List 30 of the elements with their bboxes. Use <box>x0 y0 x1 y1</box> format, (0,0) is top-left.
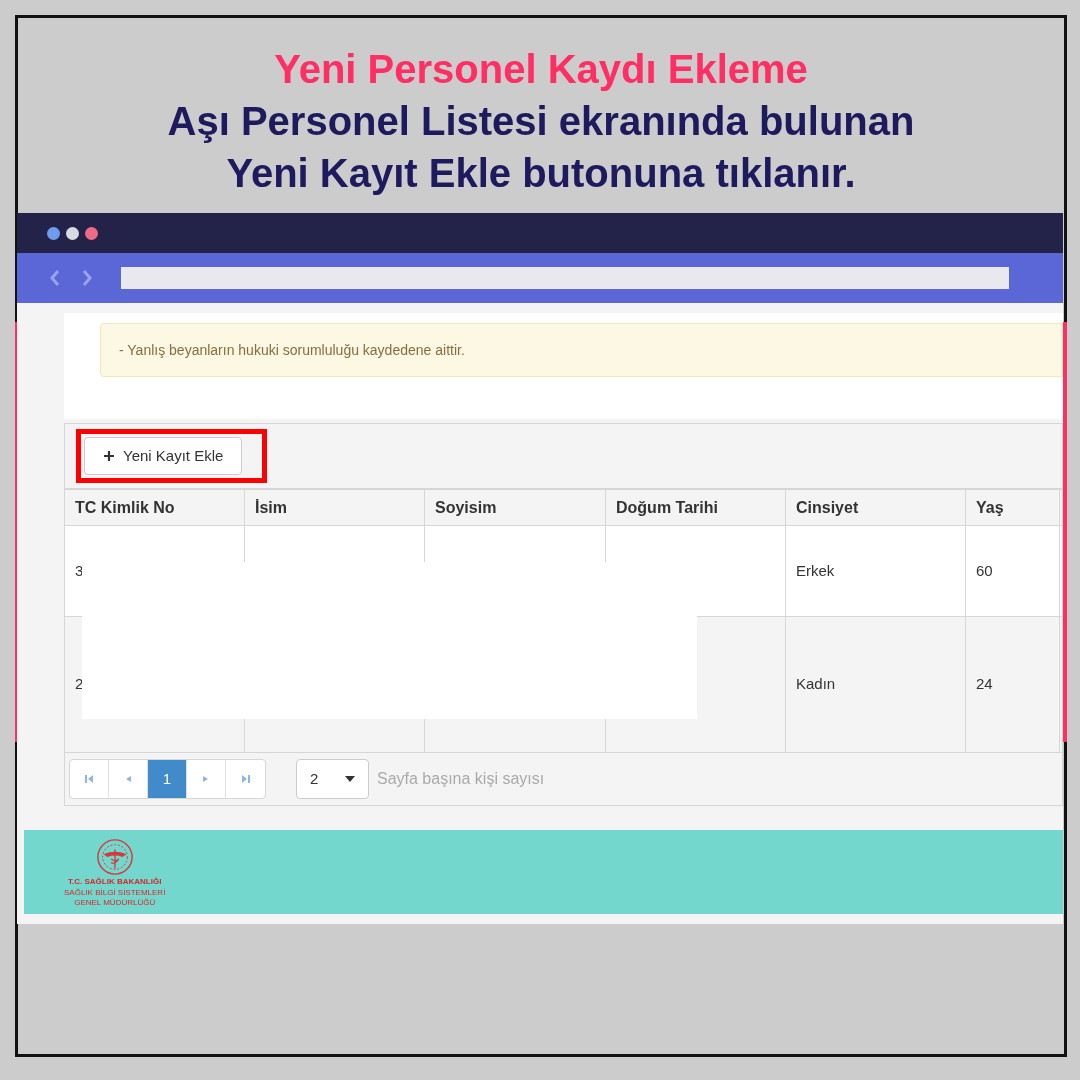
last-page-icon <box>240 774 251 784</box>
table-cell-text: 60 <box>976 560 993 581</box>
forward-icon[interactable] <box>81 269 93 287</box>
page-size-dropdown[interactable]: 2 <box>296 759 369 799</box>
page-size-label: Sayfa başına kişi sayısı <box>377 769 545 789</box>
logo-text: GENEL MÜDÜRLÜĞÜ <box>74 897 156 907</box>
notice-text: - Yanlış beyanların hukuki sorumluluğu kaydedene aittir. <box>119 340 465 360</box>
caret-icon <box>345 776 355 782</box>
table-cell-text: 24 <box>976 674 993 695</box>
column-header[interactable]: Yaş <box>966 490 1060 525</box>
logo-text: SAĞLIK BİLGİ SİSTEMLERİ <box>64 887 166 897</box>
heading-title: Yeni Personel Kaydı Ekleme <box>274 46 808 93</box>
add-record-button[interactable]: Yeni Kayıt Ekle <box>84 437 243 475</box>
heading-line: Yeni Kayıt Ekle butonuna tıklanır. <box>226 150 856 197</box>
address-bar[interactable] <box>121 267 1009 289</box>
table-cell-text: Erkek <box>796 560 835 581</box>
logo-text: T.C. SAĞLIK BAKANLIĞI <box>68 876 162 887</box>
column-header[interactable]: İsim <box>245 490 425 525</box>
column-header[interactable]: Doğum Tarihi <box>606 490 786 525</box>
heading-line: Aşı Personel Listesi ekranında bulunan <box>167 98 915 145</box>
column-header[interactable]: Soyisim <box>425 490 606 525</box>
first-page-icon <box>84 774 94 784</box>
table-cell-text: Kadın <box>796 674 836 695</box>
back-icon[interactable] <box>49 269 61 287</box>
column-header[interactable]: Cinsiyet <box>786 490 966 525</box>
page-button[interactable]: 1 <box>148 760 187 798</box>
emblem-icon <box>95 837 134 876</box>
column-header[interactable]: TC Kimlik No <box>65 490 245 525</box>
plus-icon <box>103 450 115 462</box>
table-cell-text: 2 <box>75 674 84 695</box>
